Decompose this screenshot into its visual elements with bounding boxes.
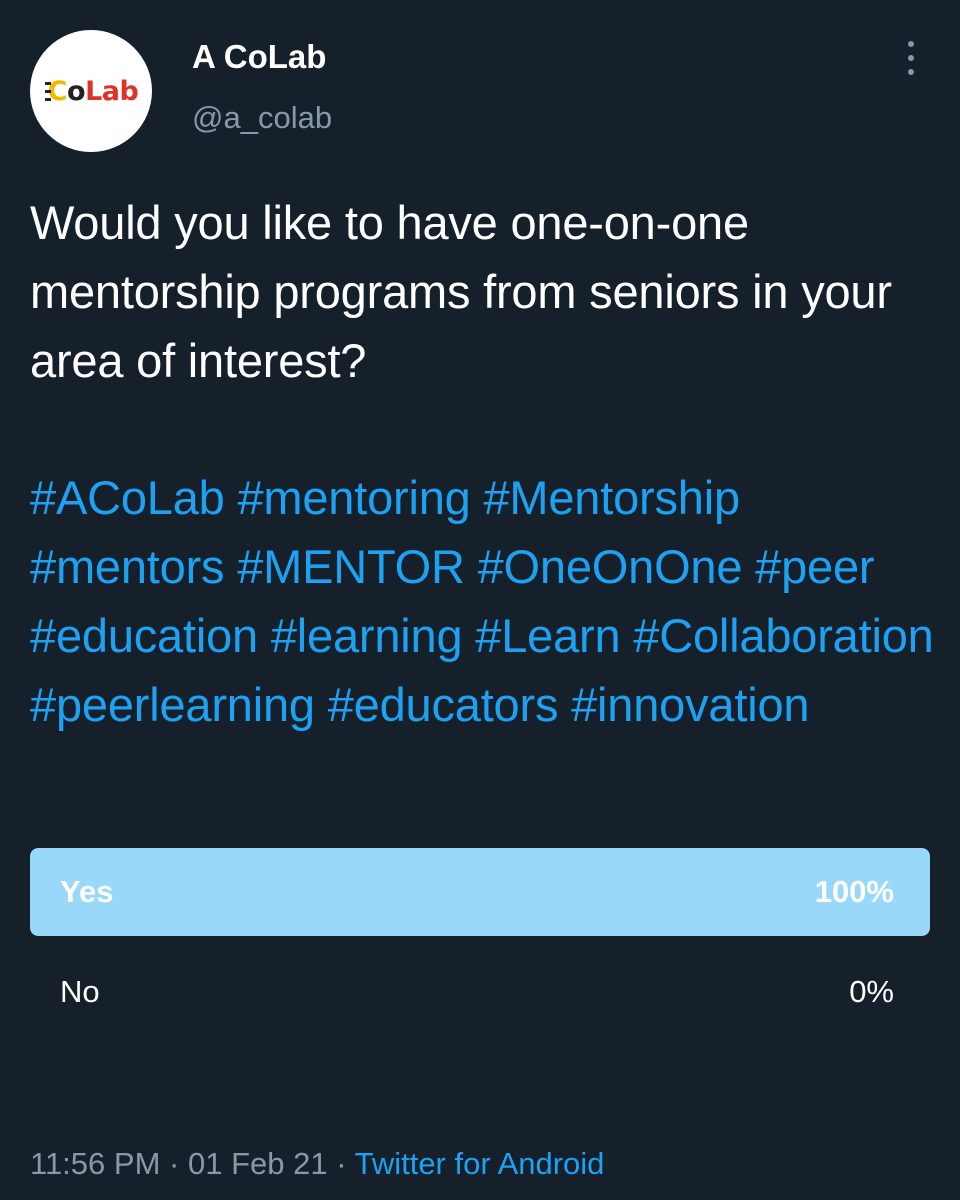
poll-option-percent: 100%: [814, 874, 894, 909]
logo-letter-c: C: [44, 75, 68, 107]
hashtag-link[interactable]: #MENTOR: [237, 540, 465, 593]
author-name[interactable]: A CoLab: [192, 38, 326, 76]
meta-separator: ·: [169, 1146, 180, 1181]
hashtag-link[interactable]: #Mentorship: [483, 471, 740, 524]
hashtag-link[interactable]: #learning: [271, 609, 463, 662]
poll-option-label: No: [60, 974, 100, 1009]
hashtag-link[interactable]: #educators: [328, 678, 559, 731]
hashtag-link[interactable]: #Collaboration: [633, 609, 933, 662]
tweet-date[interactable]: 01 Feb 21: [188, 1146, 328, 1181]
tweet-source-link[interactable]: Twitter for Android: [355, 1146, 605, 1181]
more-dot: [908, 69, 914, 75]
poll-option-percent: 0%: [849, 974, 894, 1009]
tweet-meta: 11:56 PM · 01 Feb 21 · Twitter for Andro…: [30, 1146, 604, 1182]
more-dot: [908, 55, 914, 61]
hashtag-link[interactable]: #innovation: [571, 678, 809, 731]
poll-option-yes: Yes 100%: [30, 848, 930, 936]
poll-option-no: No 0%: [30, 948, 930, 1036]
hashtag-link[interactable]: #ACoLab: [30, 471, 225, 524]
hashtag-link[interactable]: #education: [30, 609, 258, 662]
poll-result-bar: [30, 848, 930, 936]
hashtag-link[interactable]: #peer: [755, 540, 874, 593]
hashtag-link[interactable]: #OneOnOne: [478, 540, 743, 593]
meta-separator: ·: [336, 1146, 347, 1181]
hashtag-list: #ACoLab #mentoring #Mentorship #mentors …: [30, 463, 940, 739]
more-vertical-icon[interactable]: [893, 38, 929, 78]
hashtag-link[interactable]: #mentors: [30, 540, 225, 593]
hashtag-link[interactable]: #peerlearning: [30, 678, 315, 731]
colab-logo: Co Lab: [44, 75, 139, 107]
logo-letter-o: o: [67, 75, 86, 107]
hashtag-link[interactable]: #mentoring: [237, 471, 470, 524]
tweet-text: Would you like to have one-on-one mentor…: [30, 196, 892, 387]
hashtag-link[interactable]: #Learn: [475, 609, 620, 662]
avatar[interactable]: Co Lab: [30, 30, 152, 152]
author-handle[interactable]: @a_colab: [192, 100, 332, 136]
logo-letters-lab: Lab: [85, 75, 139, 107]
tweet-time[interactable]: 11:56 PM: [30, 1146, 160, 1181]
poll-option-label: Yes: [60, 874, 114, 909]
more-dot: [908, 41, 914, 47]
